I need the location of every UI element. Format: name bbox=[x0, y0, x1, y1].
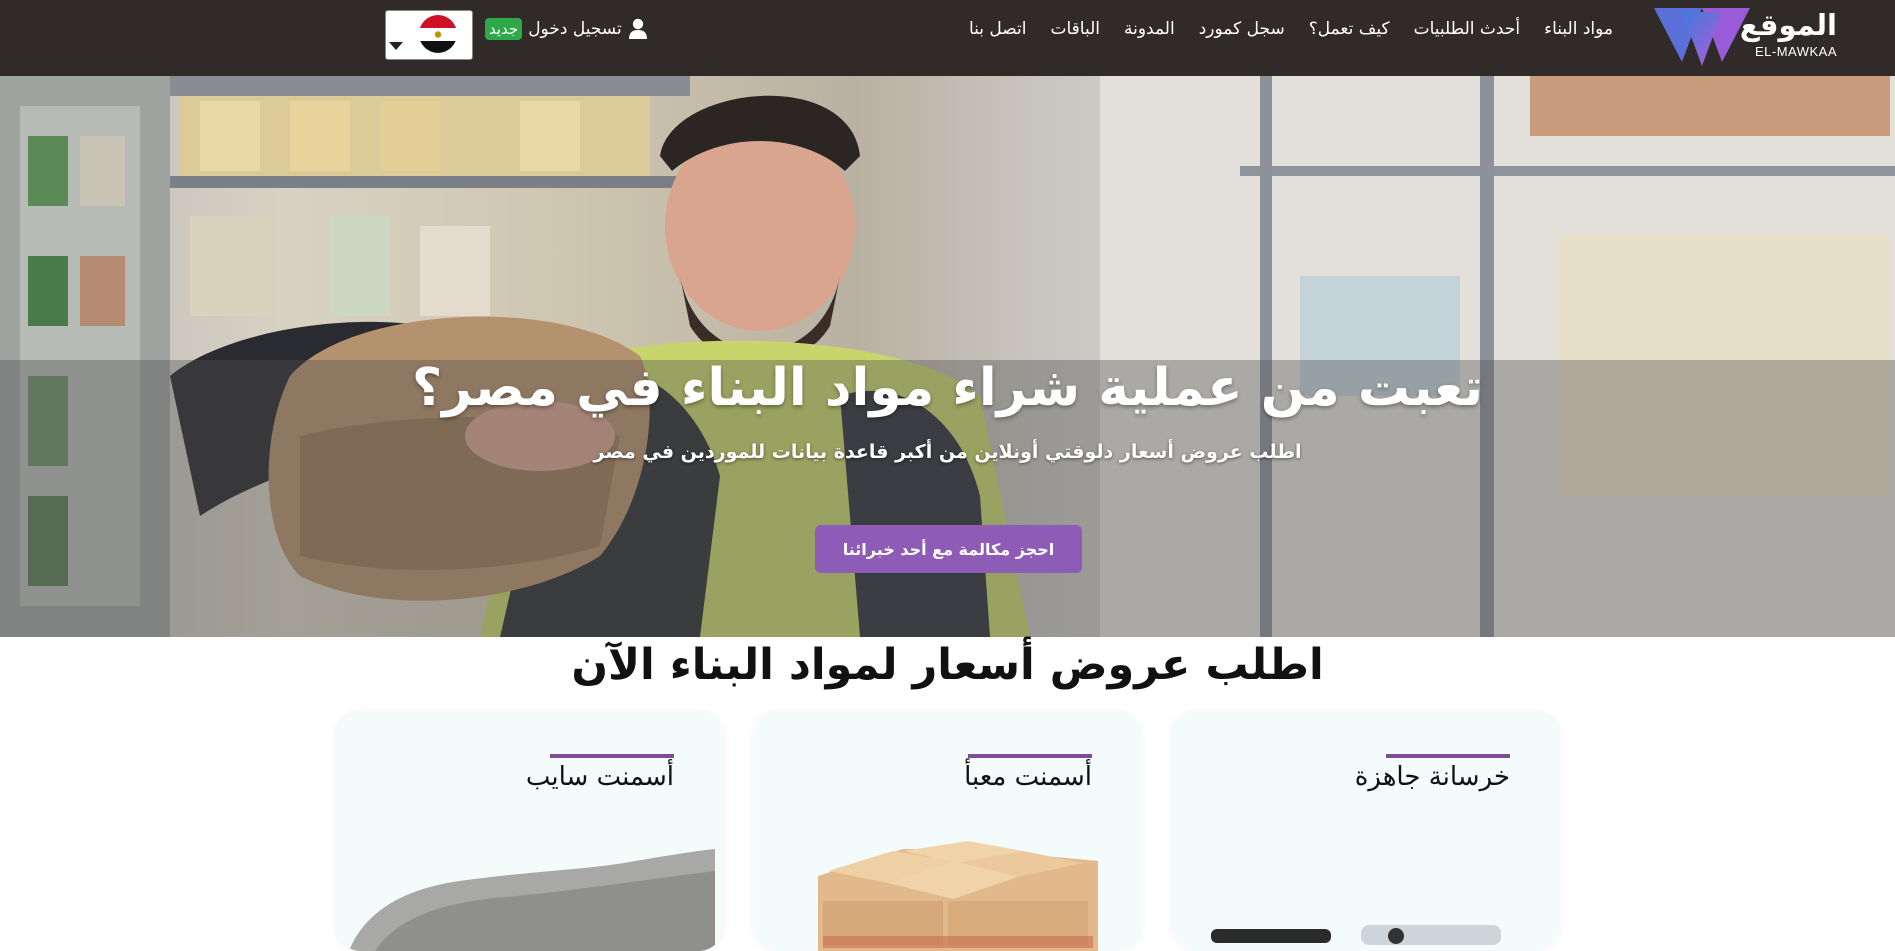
book-call-button[interactable]: احجز مكالمة مع أحد خبرائنا bbox=[815, 525, 1082, 573]
hero-banner: تعبت من عملية شراء مواد البناء في مصر؟ ا… bbox=[0, 76, 1895, 637]
logo-mark-icon bbox=[1654, 8, 1750, 66]
nav-register-supplier[interactable]: سجل كمورد bbox=[1187, 19, 1297, 39]
hero-title: تعبت من عملية شراء مواد البناء في مصر؟ bbox=[412, 358, 1483, 418]
cement-bags-image bbox=[818, 841, 1098, 951]
language-selector[interactable] bbox=[385, 10, 473, 60]
product-card-loose-cement[interactable]: أسمنت سايب bbox=[335, 711, 724, 951]
login-label: تسجيل دخول bbox=[528, 19, 622, 39]
hero-subtitle: اطلب عروض أسعار دلوقتي أونلاين من أكبر ق… bbox=[593, 441, 1302, 463]
user-icon bbox=[628, 18, 647, 39]
nav-packages[interactable]: الباقات bbox=[1038, 19, 1112, 39]
logo-arabic-text: الموقع bbox=[1739, 8, 1837, 42]
nav-building-materials[interactable]: مواد البناء bbox=[1532, 19, 1625, 39]
main-nav: مواد البناء أحدث الطلبيات كيف تعمل؟ سجل … bbox=[957, 0, 1625, 58]
nav-how-it-works[interactable]: كيف تعمل؟ bbox=[1297, 19, 1402, 39]
loose-cement-pile-image bbox=[349, 849, 715, 951]
logo-english-text: EL-MAWKAA bbox=[1754, 44, 1837, 59]
top-navbar: الموقع EL-MAWKAA مواد البناء أحدث الطلبي… bbox=[0, 0, 1895, 76]
products-section-title: اطلب عروض أسعار لمواد البناء الآن bbox=[571, 640, 1324, 690]
product-card-bagged-cement[interactable]: أسمنت معبأ bbox=[753, 711, 1142, 951]
egypt-flag-icon bbox=[419, 15, 457, 53]
site-logo[interactable]: الموقع EL-MAWKAA bbox=[1651, 2, 1837, 68]
new-badge: جديد bbox=[485, 18, 523, 40]
product-card-ready-mix-concrete[interactable]: خرسانة جاهزة bbox=[1171, 711, 1560, 951]
login-button[interactable]: تسجيل دخول جديد bbox=[485, 14, 648, 44]
nav-latest-orders[interactable]: أحدث الطلبيات bbox=[1402, 19, 1532, 39]
concrete-mixer-truck-image bbox=[1211, 925, 1501, 945]
nav-blog[interactable]: المدونة bbox=[1112, 19, 1187, 39]
nav-contact-us[interactable]: اتصل بنا bbox=[957, 19, 1039, 39]
chevron-down-icon bbox=[389, 42, 403, 50]
